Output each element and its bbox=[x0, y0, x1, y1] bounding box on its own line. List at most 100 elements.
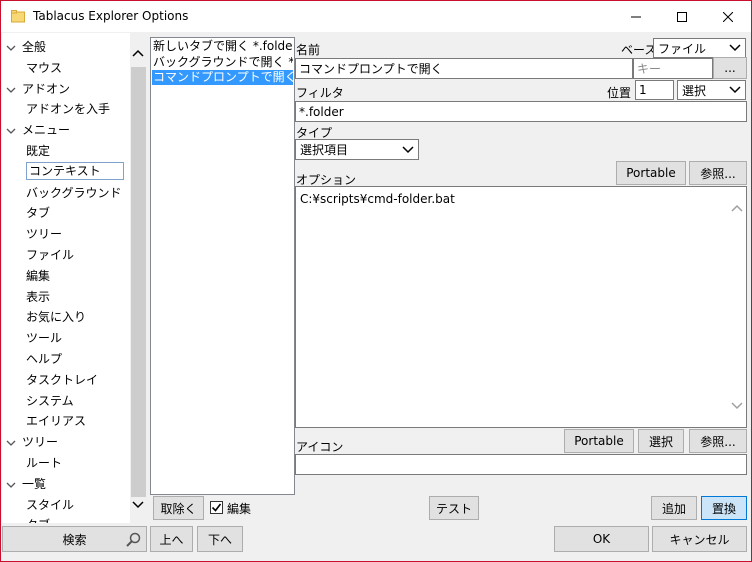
tree-item-label: ファイル bbox=[26, 248, 75, 262]
search-button[interactable]: 検索 bbox=[2, 526, 147, 552]
test-button[interactable]: テスト bbox=[429, 496, 479, 520]
tree-scrollbar[interactable] bbox=[130, 33, 147, 523]
test-button-label: テスト bbox=[435, 501, 472, 516]
chevron-down-icon[interactable] bbox=[6, 480, 16, 490]
tree-item[interactable]: タスクトレイ bbox=[26, 370, 98, 390]
close-button[interactable] bbox=[705, 1, 751, 32]
tree-item[interactable]: 編集 bbox=[26, 266, 50, 286]
icon-select-button[interactable]: 選択 bbox=[638, 429, 684, 453]
tree-item[interactable]: ヘルプ bbox=[26, 349, 62, 369]
chevron-down-icon bbox=[402, 145, 414, 153]
tree-item-label: タスクトレイ bbox=[26, 372, 99, 387]
option-browse-label: 参照... bbox=[700, 166, 736, 181]
tree-item[interactable]: お気に入り bbox=[26, 307, 86, 327]
chevron-down-icon[interactable] bbox=[6, 85, 16, 95]
tree-item-label: エイリアス bbox=[26, 414, 87, 429]
tree-item-label: アドオン bbox=[22, 81, 71, 96]
tree-item-label: マウス bbox=[26, 60, 63, 75]
icon-portable-button[interactable]: Portable bbox=[564, 429, 634, 453]
scroll-down-icon[interactable] bbox=[132, 498, 144, 510]
tree-item[interactable]: ルート bbox=[26, 453, 62, 473]
option-scrollbar[interactable] bbox=[729, 187, 746, 427]
tree-item[interactable]: システム bbox=[26, 391, 74, 411]
menu-item-list[interactable]: 新しいタブで開く *.folderバックグラウンドで開く *.folderコマン… bbox=[150, 37, 295, 495]
icon-select-label: 選択 bbox=[648, 434, 673, 449]
position-input[interactable]: 1 bbox=[635, 80, 674, 100]
edit-checkbox[interactable] bbox=[210, 501, 223, 514]
tree-item[interactable]: ファイル bbox=[26, 245, 74, 265]
move-up-button[interactable]: 上へ bbox=[150, 526, 193, 552]
menu-list-item[interactable]: 新しいタブで開く *.folder bbox=[152, 39, 293, 54]
tree-item[interactable]: アドオンを入手 bbox=[26, 99, 110, 119]
base-select[interactable]: ファイル bbox=[653, 38, 746, 58]
cancel-button-label: キャンセル bbox=[669, 532, 730, 547]
filter-label: フィルタ bbox=[296, 86, 344, 100]
icon-input[interactable] bbox=[295, 454, 747, 475]
ok-button[interactable]: OK bbox=[554, 526, 649, 552]
icon-browse-button[interactable]: 参照... bbox=[689, 429, 747, 453]
type-select[interactable]: 選択項目 bbox=[295, 139, 419, 160]
tree-item-label: タブ bbox=[26, 518, 50, 523]
option-textarea-value: C:¥scripts¥cmd-folder.bat bbox=[300, 192, 455, 206]
option-portable-label: Portable bbox=[626, 166, 676, 180]
tree-item[interactable]: ツリー bbox=[26, 224, 62, 244]
tree-item-label: 全般 bbox=[22, 40, 47, 54]
tree-item[interactable]: タブ bbox=[26, 203, 50, 223]
tree-item[interactable]: タブ bbox=[26, 515, 50, 523]
tree-item[interactable]: ツール bbox=[26, 328, 62, 348]
tree-item-label: バックグラウンド bbox=[26, 185, 122, 200]
tree-item-label: システム bbox=[26, 393, 74, 408]
option-textarea[interactable]: C:¥scripts¥cmd-folder.bat bbox=[295, 186, 747, 428]
scroll-up-icon[interactable] bbox=[132, 48, 144, 60]
tree-item[interactable]: 表示 bbox=[26, 287, 50, 307]
scroll-up-icon[interactable] bbox=[731, 203, 743, 215]
filter-input[interactable]: *.folder bbox=[295, 101, 747, 122]
option-portable-button[interactable]: Portable bbox=[616, 161, 686, 185]
remove-button[interactable]: 取除く bbox=[153, 496, 204, 520]
option-browse-button[interactable]: 参照... bbox=[689, 161, 747, 185]
ok-button-label: OK bbox=[592, 532, 611, 546]
tree-item[interactable]: エイリアス bbox=[26, 411, 86, 431]
position-select[interactable]: 選択 bbox=[677, 80, 746, 100]
cancel-button[interactable]: キャンセル bbox=[652, 526, 747, 552]
key-input[interactable]: キー bbox=[633, 58, 713, 79]
category-tree[interactable]: 全般 マウス アドオン アドオンを入手 メニュー 既定 コンテキスト バックグラウンド タブ ツリ… bbox=[2, 33, 147, 523]
add-button[interactable]: 追加 bbox=[651, 496, 697, 520]
tree-item-label: 表示 bbox=[26, 289, 51, 304]
tree-item-label: メニュー bbox=[22, 123, 71, 138]
tree-item[interactable]: 既定 bbox=[26, 141, 50, 161]
tree-scroll-thumb[interactable] bbox=[131, 67, 146, 497]
filter-input-value: *.folder bbox=[299, 104, 344, 119]
tree-item-label: タブ bbox=[26, 206, 51, 221]
replace-button[interactable]: 置換 bbox=[701, 496, 747, 520]
scroll-down-icon[interactable] bbox=[731, 399, 743, 411]
name-input[interactable]: コマンドプロンプトで開く bbox=[295, 58, 633, 79]
chevron-down-icon[interactable] bbox=[6, 438, 16, 448]
move-down-button[interactable]: 下へ bbox=[197, 526, 243, 552]
tree-item[interactable]: バックグラウンド bbox=[26, 183, 122, 203]
menu-list-item[interactable]: コマンドプロンプトで開く *.folder bbox=[152, 70, 293, 85]
chevron-down-icon[interactable] bbox=[6, 43, 16, 53]
name-label: 名前 bbox=[296, 43, 321, 57]
tree-item[interactable]: スタイル bbox=[26, 495, 74, 515]
tree-item-label: ツール bbox=[26, 331, 63, 346]
options-window: Tablacus Explorer Options 全般マウスアドオンアドオンを… bbox=[0, 0, 752, 562]
position-label: 位置 bbox=[607, 86, 632, 100]
tree-item-label: 編集 bbox=[26, 268, 51, 283]
menu-list-item[interactable]: バックグラウンドで開く *.folder bbox=[152, 55, 293, 70]
minimize-icon bbox=[631, 16, 641, 17]
maximize-button[interactable] bbox=[659, 1, 705, 32]
minimize-button[interactable] bbox=[613, 1, 659, 32]
icon-label: アイコン bbox=[296, 440, 344, 454]
tree-item[interactable]: マウス bbox=[26, 58, 62, 78]
base-select-value: ファイル bbox=[658, 41, 707, 56]
chevron-down-icon bbox=[729, 44, 741, 52]
base-label: ベース bbox=[621, 43, 657, 57]
name-browse-button[interactable]: ... bbox=[713, 57, 747, 79]
tree-item[interactable]: コンテキスト bbox=[26, 161, 124, 180]
tree-item-label: コンテキスト bbox=[29, 163, 101, 178]
title-bar: Tablacus Explorer Options bbox=[1, 1, 751, 32]
chevron-down-icon[interactable] bbox=[6, 126, 16, 136]
folder-icon bbox=[11, 10, 25, 23]
tree-item-label: アドオンを入手 bbox=[26, 102, 111, 117]
